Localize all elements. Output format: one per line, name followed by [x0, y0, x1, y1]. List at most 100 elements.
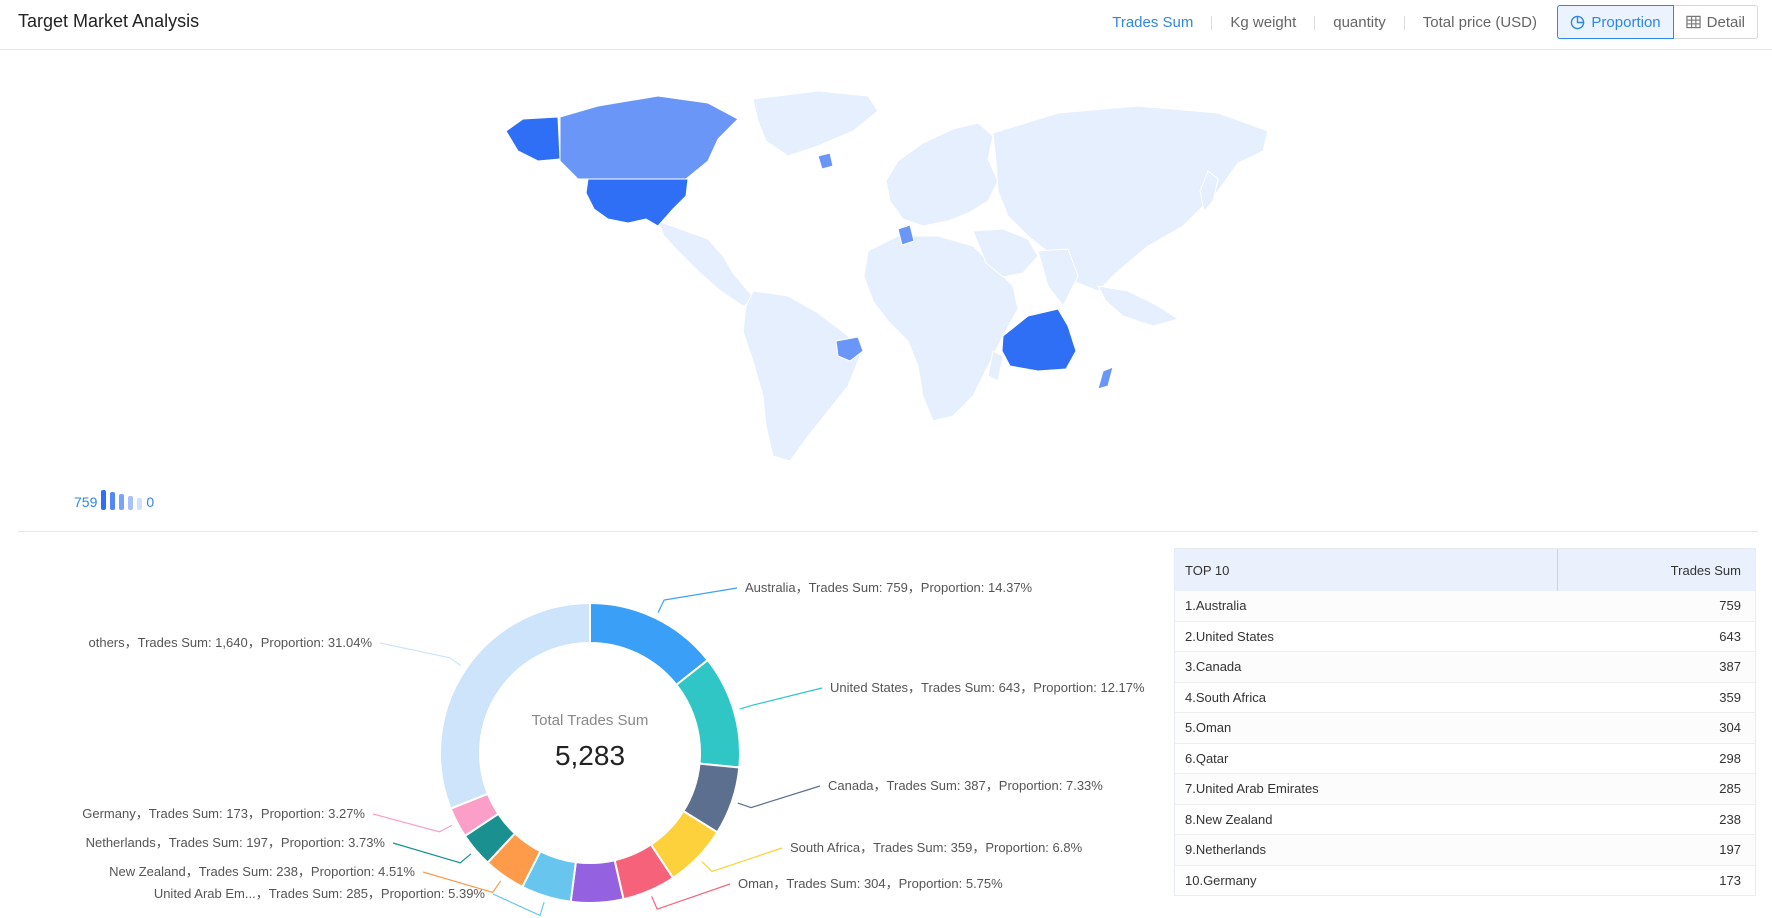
- donut-slice-united-states[interactable]: [674, 658, 741, 769]
- view-toggle: Proportion Detail: [1557, 5, 1758, 39]
- table-header: TOP 10 Trades Sum: [1175, 549, 1755, 591]
- world-map: [505, 90, 1269, 462]
- legend-bar[interactable]: [128, 496, 134, 510]
- map-new-zealand[interactable]: [1097, 366, 1114, 390]
- donut-slice-others[interactable]: [439, 601, 591, 810]
- row-value: 643: [1719, 628, 1741, 644]
- map-southeast-asia[interactable]: [1097, 285, 1180, 327]
- table-icon: [1685, 15, 1701, 29]
- tab-kg-weight[interactable]: Kg weight: [1230, 14, 1296, 31]
- row-value: 359: [1719, 689, 1741, 705]
- tab-total-price[interactable]: Total price (USD): [1423, 14, 1537, 31]
- row-value: 298: [1719, 750, 1741, 766]
- row-country: 7.United Arab Emirates: [1185, 781, 1319, 797]
- detail-button[interactable]: Detail: [1673, 5, 1758, 39]
- row-country: 6.Qatar: [1185, 750, 1229, 766]
- map-asia[interactable]: [992, 105, 1269, 292]
- legend-bar[interactable]: [137, 498, 143, 510]
- legend-bar[interactable]: [110, 492, 116, 510]
- legend-bar[interactable]: [119, 494, 125, 510]
- proportion-button[interactable]: Proportion: [1557, 5, 1674, 39]
- row-value: 387: [1719, 659, 1741, 675]
- map-europe[interactable]: [885, 122, 999, 227]
- table-row[interactable]: 5.Oman 304: [1175, 713, 1755, 744]
- row-country: 3.Canada: [1185, 659, 1242, 675]
- slice-label-line: [737, 785, 821, 809]
- map-alaska[interactable]: [505, 116, 561, 162]
- row-country: 10.Germany: [1185, 872, 1257, 888]
- donut-center-value: 5,283: [555, 740, 625, 771]
- donut-slice-qatar[interactable]: [569, 859, 625, 904]
- tab-separator: [1403, 15, 1405, 30]
- slice-label: Canada，Trades Sum: 387，Proportion: 7.33%: [828, 778, 1103, 793]
- tab-separator: [1211, 15, 1213, 30]
- slice-label: United Arab Em...，Trades Sum: 285，Propor…: [154, 886, 486, 901]
- slice-label-line: [657, 587, 738, 613]
- header: Target Market Analysis Trades Sum Kg wei…: [0, 0, 1772, 50]
- row-country: 4.South Africa: [1185, 689, 1266, 705]
- slice-label-line: [739, 687, 823, 710]
- table-header-value[interactable]: Trades Sum: [1671, 563, 1741, 578]
- top10-table: TOP 10 Trades Sum 1.Australia 759 2.Unite…: [1174, 548, 1756, 896]
- slice-label: Australia，Trades Sum: 759，Proportion: 14…: [745, 580, 1033, 595]
- slice-label-line: [492, 893, 545, 917]
- slice-label-line: [392, 842, 472, 864]
- map-south-america[interactable]: [742, 290, 861, 462]
- legend-min-label: 0: [146, 494, 155, 510]
- row-country: 9.Netherlands: [1185, 842, 1266, 858]
- map-greenland[interactable]: [752, 90, 879, 157]
- page-title: Target Market Analysis: [18, 11, 200, 31]
- table-row[interactable]: 7.United Arab Emirates 285: [1175, 774, 1755, 805]
- slice-label: Germany，Trades Sum: 173，Proportion: 3.27…: [82, 806, 365, 821]
- slice-label-line: [379, 642, 462, 666]
- slice-label: South Africa，Trades Sum: 359，Proportion:…: [790, 840, 1083, 855]
- map-legend: 759 0: [74, 490, 154, 510]
- slice-label-line: [372, 813, 453, 833]
- table-row[interactable]: 10.Germany 173: [1175, 866, 1755, 896]
- legend-bar[interactable]: [101, 490, 107, 510]
- table-row[interactable]: 4.South Africa 359: [1175, 683, 1755, 713]
- table-body: 1.Australia 759 2.United States 643 3.Cana…: [1175, 591, 1755, 896]
- table-header-rank: TOP 10: [1185, 562, 1230, 578]
- slice-label: United States，Trades Sum: 643，Proportion…: [830, 680, 1145, 695]
- map-netherlands[interactable]: [817, 152, 834, 170]
- legend-max-label: 759: [74, 494, 98, 510]
- slice-label: Netherlands，Trades Sum: 197，Proportion: …: [86, 835, 386, 850]
- row-value: 304: [1719, 720, 1741, 736]
- map-canada[interactable]: [559, 95, 739, 182]
- metric-tabs: Trades Sum Kg weight quantity Total pric…: [1112, 14, 1537, 31]
- tab-trades-sum[interactable]: Trades Sum: [1112, 14, 1193, 31]
- table-row[interactable]: 6.Qatar 298: [1175, 744, 1755, 774]
- slice-label: others，Trades Sum: 1,640，Proportion: 31.…: [89, 635, 373, 650]
- map-mexico-central-america[interactable]: [657, 220, 759, 307]
- row-value: 759: [1719, 598, 1741, 614]
- table-row[interactable]: 8.New Zealand 238: [1175, 805, 1755, 835]
- table-row[interactable]: 9.Netherlands 197: [1175, 835, 1755, 866]
- row-country: 8.New Zealand: [1185, 811, 1273, 827]
- tab-quantity[interactable]: quantity: [1333, 14, 1386, 31]
- section-divider: [18, 531, 1758, 532]
- slice-label-line: [651, 883, 731, 910]
- donut-center-label: Total Trades Sum: [532, 712, 649, 729]
- row-country: 1.Australia: [1185, 598, 1247, 614]
- map-united-states[interactable]: [585, 178, 689, 227]
- row-country: 5.Oman: [1185, 720, 1232, 736]
- row-value: 238: [1719, 811, 1741, 827]
- slice-label: New Zealand，Trades Sum: 238，Proportion: …: [109, 864, 415, 879]
- row-value: 173: [1719, 872, 1741, 888]
- proportion-label: Proportion: [1591, 13, 1661, 31]
- detail-label: Detail: [1706, 13, 1745, 31]
- donut-slice-australia[interactable]: [589, 601, 710, 687]
- row-country: 2.United States: [1185, 628, 1274, 644]
- table-row[interactable]: 2.United States 643: [1175, 622, 1755, 652]
- table-row[interactable]: 1.Australia 759: [1175, 591, 1755, 622]
- column-divider: [1557, 549, 1558, 591]
- table-row[interactable]: 3.Canada 387: [1175, 652, 1755, 683]
- row-value: 197: [1719, 842, 1741, 858]
- slice-label: Oman，Trades Sum: 304，Proportion: 5.75%: [738, 876, 1003, 891]
- row-value: 285: [1719, 781, 1741, 797]
- pie-chart-icon: [1571, 15, 1585, 29]
- tab-separator: [1314, 15, 1316, 30]
- slice-label-line: [701, 847, 783, 873]
- donut-chart: Australia，Trades Sum: 759，Proportion: 14…: [82, 580, 1145, 917]
